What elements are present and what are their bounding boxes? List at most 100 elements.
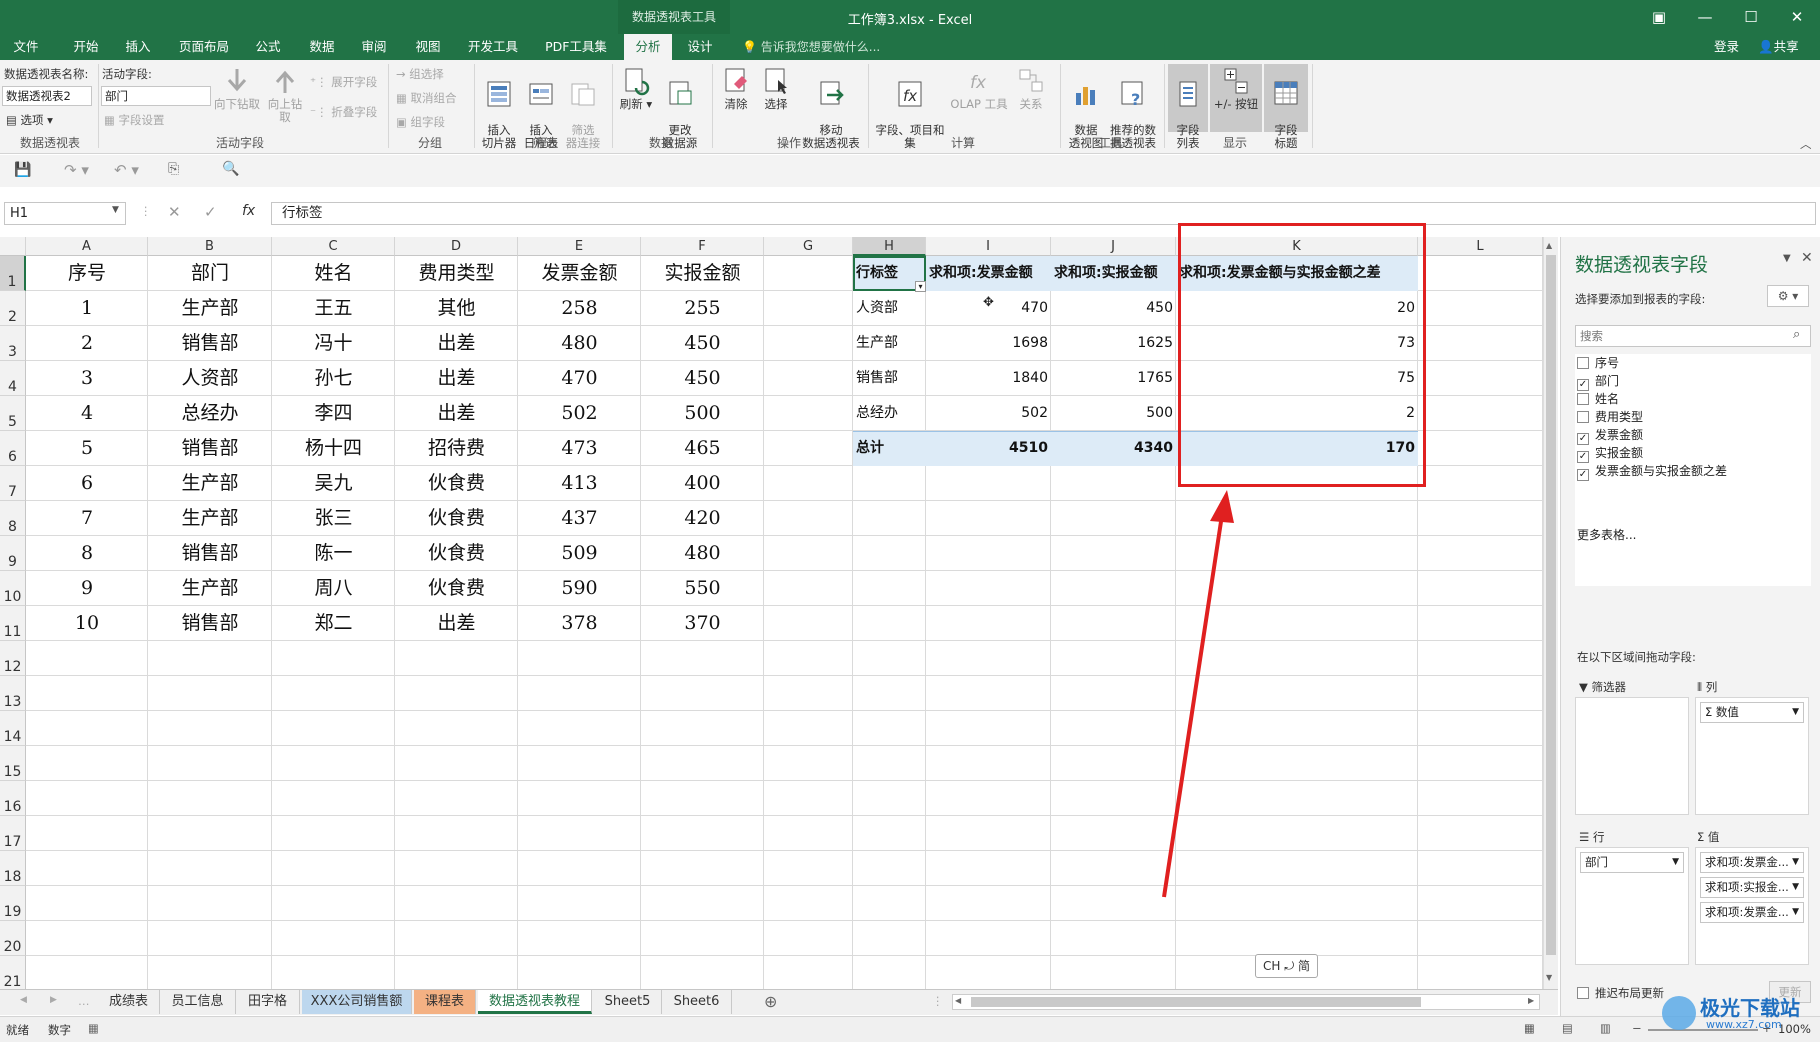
field-item[interactable]: 序号 <box>1577 354 1619 372</box>
table-header-cell[interactable]: 实报金额 <box>641 256 764 291</box>
active-field-input[interactable]: 部门 <box>101 86 211 106</box>
column-header-f[interactable]: F <box>641 237 764 256</box>
undo-icon[interactable]: ↶ ▾ <box>114 161 139 179</box>
insert-function-icon[interactable]: fx <box>242 203 255 219</box>
group-field-button[interactable]: ▣ 组字段 <box>396 114 445 130</box>
table-cell[interactable]: 冯十 <box>272 326 395 361</box>
table-cell[interactable]: 10 <box>26 606 148 641</box>
tab-developer[interactable]: 开发工具 <box>460 34 526 60</box>
table-cell[interactable]: 销售部 <box>148 536 272 571</box>
table-cell[interactable]: 473 <box>518 431 641 466</box>
row-header-5[interactable]: 5 <box>0 396 26 431</box>
pane-close-icon[interactable]: ✕ <box>1801 250 1813 266</box>
table-cell[interactable]: 509 <box>518 536 641 571</box>
prev-sheet-icon[interactable]: ◀ <box>20 995 27 1005</box>
collapse-ribbon-icon[interactable]: ︿ <box>1800 136 1812 152</box>
ungroup-button[interactable]: ▦ 取消组合 <box>396 90 457 106</box>
table-cell[interactable]: 450 <box>641 361 764 396</box>
table-cell[interactable]: 王五 <box>272 291 395 326</box>
row-header-2[interactable]: 2 <box>0 291 26 326</box>
row-header-21[interactable]: 21 <box>0 956 26 991</box>
row-header-18[interactable]: 18 <box>0 851 26 886</box>
tab-review[interactable]: 审阅 <box>352 34 396 60</box>
pivot-row-label[interactable]: 总经办 <box>856 396 923 431</box>
ribbon-display-options-icon[interactable]: ▣ <box>1644 6 1674 28</box>
column-header-h[interactable]: H <box>853 237 926 256</box>
pivot-row-label[interactable]: 生产部 <box>856 326 923 361</box>
sheet-tab-active[interactable]: 数据透视表教程 <box>478 990 592 1014</box>
table-cell[interactable]: 500 <box>641 396 764 431</box>
plus-minus-buttons-button[interactable]: +/- 按钮 <box>1210 64 1262 132</box>
worksheet-grid[interactable]: ABCDEFGHIJKL 1 2 3 4 5 6 7 8 9 10 11 12 13 14 15 16 17 18… <box>0 223 1558 991</box>
tab-home[interactable]: 开始 <box>64 34 108 60</box>
column-header-g[interactable]: G <box>764 237 853 256</box>
table-cell[interactable]: 450 <box>641 326 764 361</box>
table-cell[interactable]: 人资部 <box>148 361 272 396</box>
table-cell[interactable]: 伙食费 <box>395 466 518 501</box>
table-cell[interactable]: 伙食费 <box>395 571 518 606</box>
table-cell[interactable]: 437 <box>518 501 641 536</box>
pivot-total-value[interactable]: 4340 <box>1054 431 1173 466</box>
table-cell[interactable]: 370 <box>641 606 764 641</box>
relationships-button[interactable]: 关系 <box>1012 66 1050 111</box>
next-sheet-icon[interactable]: ▶ <box>50 995 57 1005</box>
table-cell[interactable]: 480 <box>518 326 641 361</box>
columns-values-item[interactable]: Σ 数值 ▼ <box>1700 702 1804 723</box>
field-item[interactable]: ✓ 发票金额与实报金额之差 <box>1577 462 1727 481</box>
pt-options-button[interactable]: ▤ 选项 ▾ <box>6 112 53 128</box>
print-preview-icon[interactable]: ⎘ <box>168 161 179 177</box>
row-header-19[interactable]: 19 <box>0 886 26 921</box>
table-header-cell[interactable]: 姓名 <box>272 256 395 291</box>
fields-items-sets-button[interactable]: fx 字段、项目和 集 <box>872 66 948 150</box>
pivot-row-label[interactable]: 销售部 <box>856 361 923 396</box>
table-cell[interactable]: 1 <box>26 291 148 326</box>
pivot-header-cell[interactable]: 求和项:发票金额 <box>929 256 1048 291</box>
table-header-cell[interactable]: 发票金额 <box>518 256 641 291</box>
table-cell[interactable]: 3 <box>26 361 148 396</box>
save-icon[interactable]: 💾 <box>14 162 31 178</box>
tell-me-box[interactable]: 💡 告诉我您想要做什么... <box>742 34 880 60</box>
table-cell[interactable]: 杨十四 <box>272 431 395 466</box>
rows-department-item[interactable]: 部门 ▼ <box>1580 852 1684 873</box>
row-header-10[interactable]: 10 <box>0 571 26 606</box>
table-cell[interactable]: 郑二 <box>272 606 395 641</box>
table-cell[interactable]: 255 <box>641 291 764 326</box>
table-cell[interactable]: 2 <box>26 326 148 361</box>
pivot-value-cell[interactable]: 502 <box>929 396 1048 431</box>
pivot-header-cell[interactable]: 求和项:实报金额 <box>1054 256 1173 291</box>
filters-area[interactable] <box>1575 697 1689 815</box>
table-cell[interactable]: 其他 <box>395 291 518 326</box>
sheet-tab[interactable]: 成绩表 <box>98 990 160 1014</box>
pivot-row-label[interactable]: 人资部 <box>856 291 923 326</box>
table-cell[interactable]: 陈一 <box>272 536 395 571</box>
tab-insert[interactable]: 插入 <box>116 34 160 60</box>
table-cell[interactable]: 销售部 <box>148 431 272 466</box>
checkbox-icon[interactable] <box>1577 357 1589 369</box>
row-header-9[interactable]: 9 <box>0 536 26 571</box>
tab-file[interactable]: 文件 <box>4 34 48 60</box>
table-cell[interactable]: 销售部 <box>148 326 272 361</box>
pt-name-input[interactable]: 数据透视表2 <box>2 86 92 106</box>
row-labels-filter-dropdown-icon[interactable]: ▾ <box>915 281 926 292</box>
field-item[interactable]: ✓ 实报金额 <box>1577 444 1643 463</box>
zoom-out-icon[interactable]: − <box>1632 1021 1642 1035</box>
table-cell[interactable]: 465 <box>641 431 764 466</box>
field-item[interactable]: 费用类型 <box>1577 408 1643 426</box>
column-header-e[interactable]: E <box>518 237 641 256</box>
values-item[interactable]: 求和项:发票金... ▼ <box>1700 902 1804 923</box>
field-item[interactable]: ✓ 发票金额 <box>1577 426 1643 445</box>
values-area[interactable]: 求和项:发票金... ▼ 求和项:实报金... ▼ 求和项:发票金... ▼ <box>1695 847 1809 965</box>
table-cell[interactable]: 周八 <box>272 571 395 606</box>
table-cell[interactable]: 420 <box>641 501 764 536</box>
pivot-value-cell[interactable]: 500 <box>1054 396 1173 431</box>
row-header-4[interactable]: 4 <box>0 361 26 396</box>
clear-button[interactable]: 清除 <box>718 66 754 111</box>
table-header-cell[interactable]: 部门 <box>148 256 272 291</box>
row-header-13[interactable]: 13 <box>0 676 26 711</box>
tab-pdf-tools[interactable]: PDF工具集 <box>536 34 616 60</box>
table-cell[interactable]: 生产部 <box>148 466 272 501</box>
zoom-preview-icon[interactable]: 🔍 <box>222 161 239 177</box>
column-header-d[interactable]: D <box>395 237 518 256</box>
table-cell[interactable]: 413 <box>518 466 641 501</box>
pivot-value-cell[interactable]: 1840 <box>929 361 1048 396</box>
